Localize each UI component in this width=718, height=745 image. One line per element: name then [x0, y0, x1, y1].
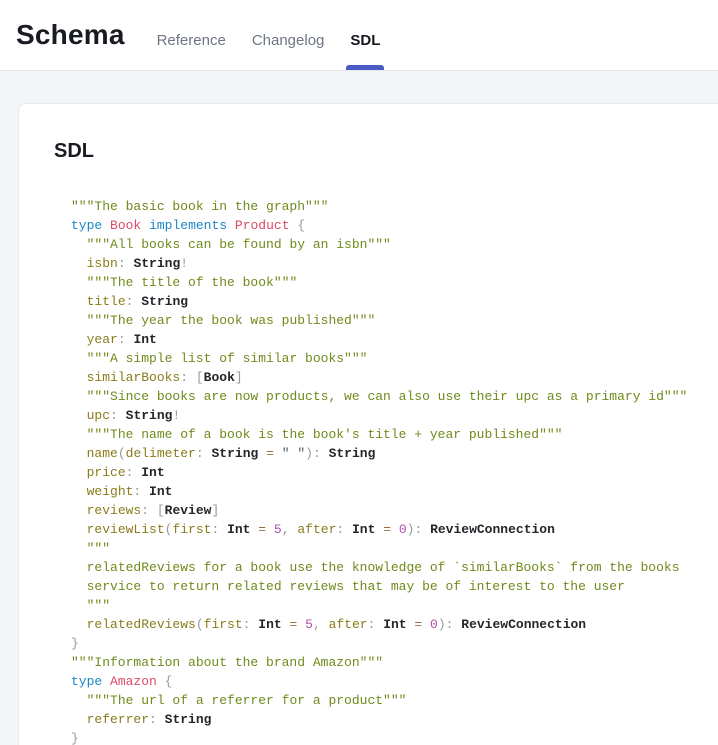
code-line: relatedReviews(first: Int = 5, after: In… [71, 615, 718, 634]
code-line: service to return related reviews that m… [71, 577, 718, 596]
code-line: """Information about the brand Amazon""" [71, 653, 718, 672]
code-line: referrer: String [71, 710, 718, 729]
code-line: type Amazon { [71, 672, 718, 691]
code-line: relatedReviews for a book use the knowle… [71, 558, 718, 577]
page-title: Schema [16, 19, 125, 51]
code-line: title: String [71, 292, 718, 311]
code-line: name(delimeter: String = " "): String [71, 444, 718, 463]
code-line: """The title of the book""" [71, 273, 718, 292]
code-line: price: Int [71, 463, 718, 482]
code-line: reviewList(first: Int = 5, after: Int = … [71, 520, 718, 539]
code-line: year: Int [71, 330, 718, 349]
code-line: """All books can be found by an isbn""" [71, 235, 718, 254]
tab-changelog-label: Changelog [252, 32, 325, 49]
code-line: isbn: String! [71, 254, 718, 273]
tab-changelog[interactable]: Changelog [250, 0, 327, 70]
sdl-card: SDL """The basic book in the graph"""typ… [18, 103, 718, 745]
active-tab-indicator [346, 65, 384, 70]
code-line: upc: String! [71, 406, 718, 425]
code-line: """The year the book was published""" [71, 311, 718, 330]
schema-page: Schema Reference Changelog SDL SDL """Th… [0, 0, 718, 745]
tab-sdl-label: SDL [350, 32, 380, 49]
code-line: """ [71, 596, 718, 615]
code-line: type Book implements Product { [71, 216, 718, 235]
code-line: """The url of a referrer for a product""… [71, 691, 718, 710]
code-line: """ [71, 539, 718, 558]
tab-sdl[interactable]: SDL [348, 0, 382, 70]
sdl-code-block: """The basic book in the graph"""type Bo… [71, 197, 718, 745]
code-line: similarBooks: [Book] [71, 368, 718, 387]
schema-tabs: Reference Changelog SDL [155, 0, 405, 70]
code-line: weight: Int [71, 482, 718, 501]
code-line: """A simple list of similar books""" [71, 349, 718, 368]
code-line: """The basic book in the graph""" [71, 197, 718, 216]
tab-reference[interactable]: Reference [155, 0, 228, 70]
code-line: """Since books are now products, we can … [71, 387, 718, 406]
code-line: } [71, 634, 718, 653]
sdl-section-title: SDL [54, 140, 718, 163]
schema-header: Schema Reference Changelog SDL [0, 0, 718, 71]
code-line: """The name of a book is the book's titl… [71, 425, 718, 444]
code-line: } [71, 729, 718, 745]
code-line: reviews: [Review] [71, 501, 718, 520]
tab-reference-label: Reference [157, 32, 226, 49]
